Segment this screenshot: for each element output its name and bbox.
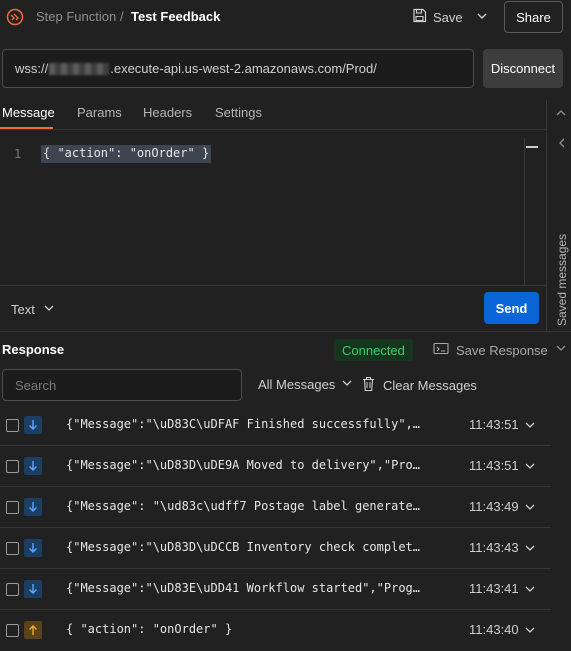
url-input[interactable]: wss:// .execute-api.us-west-2.amazonaws.… [2, 49, 474, 88]
arrow-up-icon [24, 621, 42, 639]
save-icon [412, 8, 427, 26]
editor-divider [0, 285, 546, 286]
format-select[interactable]: Text [11, 302, 55, 317]
response-title: Response [2, 342, 65, 357]
message-row[interactable]: {"Message": "\ud83c\udff7 Postage label … [0, 487, 551, 528]
arrow-down-icon [24, 580, 42, 598]
row-checkbox[interactable] [6, 460, 19, 473]
line-number: 1 [14, 147, 22, 161]
expand-chevron-icon[interactable] [524, 583, 536, 598]
row-checkbox[interactable] [6, 583, 19, 596]
tab-message[interactable]: Message [2, 105, 55, 120]
url-suffix: .execute-api.us-west-2.amazonaws.com/Pro… [110, 61, 377, 76]
tab-settings[interactable]: Settings [215, 105, 262, 120]
message-text: {"Message":"\uD83E\uDD41 Workflow starte… [66, 581, 421, 595]
chevron-down-icon[interactable] [555, 342, 567, 357]
breadcrumb-separator: / [120, 9, 124, 24]
top-bar: Step Function / Test Feedback Save Share [0, 0, 571, 36]
message-time: 11:43:49 [469, 499, 519, 514]
row-checkbox[interactable] [6, 542, 19, 555]
filter-label: All Messages [258, 377, 336, 392]
editor-scroll-thumb[interactable] [526, 146, 538, 148]
sidebar-divider [546, 100, 547, 331]
chevron-down-icon [43, 302, 55, 317]
message-row[interactable]: {"Message":"\uD83C\uDFAF Finished succes… [0, 405, 551, 446]
arrow-down-icon [24, 416, 42, 434]
section-divider [0, 331, 571, 332]
save-button[interactable]: Save [412, 6, 463, 28]
editor-content[interactable]: { "action": "onOrder" } [41, 145, 212, 163]
expand-chevron-icon[interactable] [524, 624, 536, 639]
message-filter-select[interactable]: All Messages [258, 377, 353, 392]
expand-chevron-icon[interactable] [524, 501, 536, 516]
message-time: 11:43:51 [469, 458, 519, 473]
row-checkbox[interactable] [6, 501, 19, 514]
saved-messages-toggle[interactable]: Saved messages [549, 228, 571, 328]
saved-messages-label: Saved messages [555, 233, 569, 326]
websocket-icon [6, 8, 24, 26]
arrow-down-icon [24, 457, 42, 475]
request-title[interactable]: Test Feedback [131, 9, 220, 24]
row-checkbox[interactable] [6, 624, 19, 637]
message-time: 11:43:51 [469, 417, 519, 432]
clear-messages-label: Clear Messages [383, 378, 477, 393]
save-response-label: Save Response [456, 342, 548, 358]
message-row[interactable]: {"Message":"\uD83D\uDE9A Moved to delive… [0, 446, 551, 487]
breadcrumb-parent[interactable]: Step Function [36, 9, 116, 24]
format-label: Text [11, 302, 35, 317]
arrow-down-icon [24, 498, 42, 516]
message-time: 11:43:41 [469, 581, 519, 596]
expand-chevron-icon[interactable] [524, 460, 536, 475]
message-text: { "action": "onOrder" } [66, 622, 233, 636]
message-row[interactable]: { "action": "onOrder" } 11:43:40 [0, 610, 551, 651]
chevron-left-icon[interactable] [557, 137, 567, 152]
trash-icon [362, 376, 375, 395]
row-checkbox[interactable] [6, 419, 19, 432]
arrow-down-icon [24, 539, 42, 557]
editor-scrollbar[interactable] [524, 138, 525, 285]
chevron-up-icon[interactable] [555, 107, 567, 122]
send-button[interactable]: Send [484, 292, 539, 324]
message-list: {"Message":"\uD83C\uDFAF Finished succes… [0, 405, 551, 651]
share-button[interactable]: Share [504, 1, 563, 33]
message-row[interactable]: {"Message":"\uD83D\uDCCB Inventory check… [0, 528, 551, 569]
save-options-chevron-icon[interactable] [475, 9, 493, 27]
clear-messages-button[interactable]: Clear Messages [362, 376, 477, 395]
chevron-down-icon [341, 377, 353, 392]
redacted-id [49, 62, 110, 75]
search-placeholder: Search [15, 377, 57, 393]
search-input[interactable]: Search [2, 369, 242, 401]
message-text: {"Message":"\uD83D\uDCCB Inventory check… [66, 540, 421, 554]
save-label: Save [433, 9, 463, 25]
expand-chevron-icon[interactable] [524, 419, 536, 434]
url-prefix: wss:// [15, 61, 49, 76]
message-time: 11:43:43 [469, 540, 519, 555]
save-response-button[interactable]: Save Response [433, 342, 548, 358]
save-response-icon [433, 342, 449, 358]
tab-params[interactable]: Params [77, 105, 122, 120]
message-row[interactable]: {"Message":"\uD83E\uDD41 Workflow starte… [0, 569, 551, 610]
disconnect-button[interactable]: Disconnect [483, 49, 563, 88]
message-text: {"Message":"\uD83C\uDFAF Finished succes… [66, 417, 421, 431]
message-text: {"Message":"\uD83D\uDE9A Moved to delive… [66, 458, 421, 472]
expand-chevron-icon[interactable] [524, 542, 536, 557]
message-time: 11:43:40 [469, 622, 519, 637]
status-badge: Connected [334, 339, 413, 361]
tab-headers[interactable]: Headers [143, 105, 192, 120]
message-text: {"Message": "\ud83c\udff7 Postage label … [66, 499, 421, 513]
